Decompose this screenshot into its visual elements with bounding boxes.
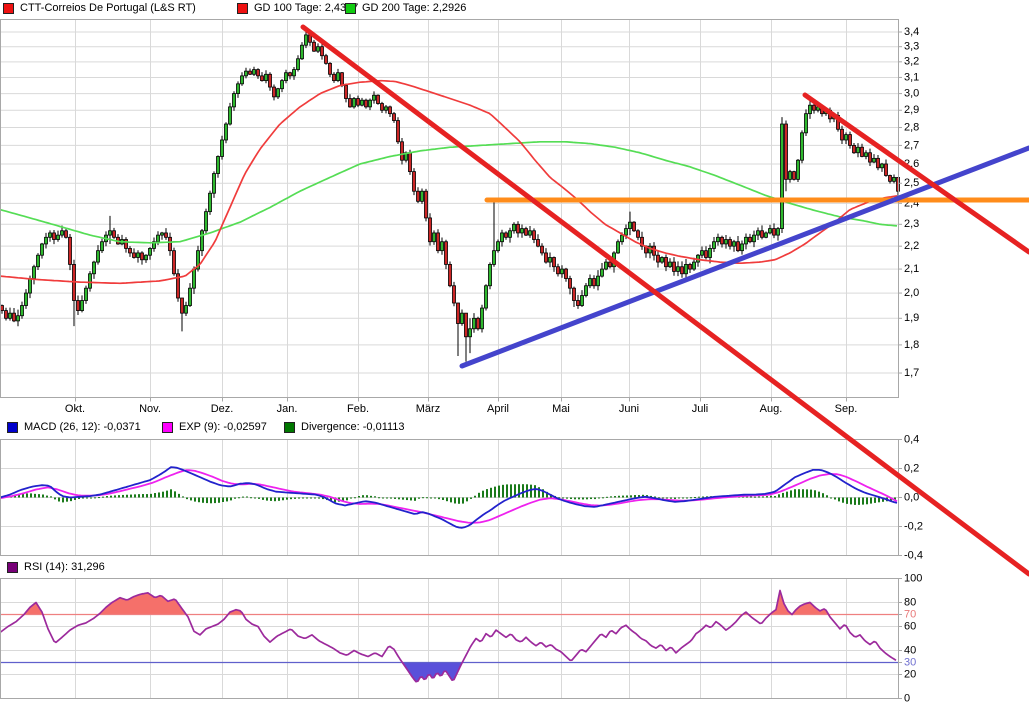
svg-text:2,5: 2,5 — [904, 177, 919, 189]
svg-text:2,0: 2,0 — [904, 287, 919, 299]
svg-text:Sep.: Sep. — [835, 403, 858, 415]
exp-swatch-icon — [162, 422, 173, 433]
svg-text:1,7: 1,7 — [904, 367, 919, 379]
svg-text:0,0: 0,0 — [904, 491, 919, 503]
legend-item-rsi: RSI (14): 31,296 — [7, 560, 105, 574]
svg-text:1,8: 1,8 — [904, 339, 919, 351]
svg-text:3,3: 3,3 — [904, 41, 919, 53]
main-chart-legend: CTT-Correios De Portugal (L&S RT) GD 100… — [0, 1, 1029, 17]
chart-canvas: 3,43,33,23,13,02,92,82,72,62,52,42,32,22… — [0, 0, 1029, 710]
svg-text:Mai: Mai — [552, 403, 570, 415]
legend-item-exp: EXP (9): -0,02597 — [162, 420, 267, 434]
series-swatch-icon — [3, 3, 14, 14]
divergence-swatch-icon — [284, 422, 295, 433]
svg-text:3,0: 3,0 — [904, 87, 919, 99]
svg-text:1,9: 1,9 — [904, 312, 919, 324]
svg-text:2,1: 2,1 — [904, 263, 919, 275]
gd200-swatch-icon — [345, 3, 356, 14]
legend-item-gd200: GD 200 Tage: 2,2926 — [345, 1, 466, 15]
stock-chart-page: 3,43,33,23,13,02,92,82,72,62,52,42,32,22… — [0, 0, 1029, 710]
svg-text:80: 80 — [904, 596, 916, 608]
legend-label: EXP (9): -0,02597 — [179, 420, 267, 434]
gd100-swatch-icon — [237, 3, 248, 14]
legend-item-gd100: GD 100 Tage: 2,4367 — [237, 1, 358, 15]
svg-text:2,9: 2,9 — [904, 104, 919, 116]
svg-text:3,1: 3,1 — [904, 71, 919, 83]
svg-text:60: 60 — [904, 620, 916, 632]
svg-text:Jan.: Jan. — [277, 403, 298, 415]
svg-text:2,3: 2,3 — [904, 218, 919, 230]
svg-text:Okt.: Okt. — [65, 403, 85, 415]
legend-label: RSI (14): 31,296 — [24, 560, 105, 574]
svg-text:Nov.: Nov. — [139, 403, 161, 415]
svg-text:April: April — [487, 403, 509, 415]
svg-text:3,2: 3,2 — [904, 56, 919, 68]
rsi-legend: RSI (14): 31,296 — [0, 560, 1029, 576]
legend-label: CTT-Correios De Portugal (L&S RT) — [20, 1, 196, 15]
svg-text:-0,2: -0,2 — [904, 520, 923, 532]
svg-text:März: März — [416, 403, 440, 415]
svg-text:0,2: 0,2 — [904, 462, 919, 474]
svg-text:Juli: Juli — [692, 403, 709, 415]
svg-text:0: 0 — [904, 692, 910, 704]
svg-text:2,8: 2,8 — [904, 121, 919, 133]
legend-label: Divergence: -0,01113 — [301, 420, 405, 434]
svg-text:3,4: 3,4 — [904, 26, 919, 38]
svg-text:30: 30 — [904, 656, 916, 668]
svg-text:2,7: 2,7 — [904, 139, 919, 151]
legend-item-divergence: Divergence: -0,01113 — [284, 420, 405, 434]
legend-item-series: CTT-Correios De Portugal (L&S RT) — [3, 1, 196, 15]
svg-text:20: 20 — [904, 668, 916, 680]
macd-swatch-icon — [7, 422, 18, 433]
legend-item-macd: MACD (26, 12): -0,0371 — [7, 420, 141, 434]
macd-legend: MACD (26, 12): -0,0371 EXP (9): -0,02597… — [0, 420, 1029, 436]
svg-text:Juni: Juni — [619, 403, 639, 415]
svg-text:2,2: 2,2 — [904, 240, 919, 252]
svg-text:Dez.: Dez. — [211, 403, 234, 415]
legend-label: MACD (26, 12): -0,0371 — [24, 420, 141, 434]
svg-text:Feb.: Feb. — [347, 403, 369, 415]
svg-text:Aug.: Aug. — [760, 403, 783, 415]
rsi-swatch-icon — [7, 562, 18, 573]
legend-label: GD 100 Tage: 2,4367 — [254, 1, 358, 15]
legend-label: GD 200 Tage: 2,2926 — [362, 1, 466, 15]
svg-text:40: 40 — [904, 644, 916, 656]
svg-text:70: 70 — [904, 608, 916, 620]
